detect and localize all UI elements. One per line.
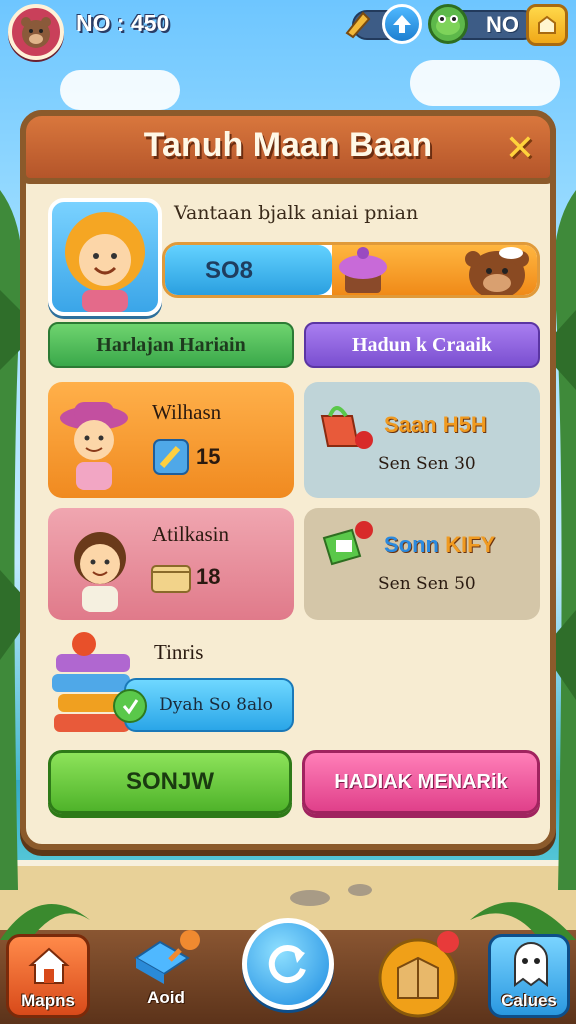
gift-bag-icon (320, 406, 373, 449)
main-panel: Tanuh Maan Baan ✕ Vantaan bjalk aniai pn… (20, 110, 556, 850)
lion-character-icon (65, 212, 145, 312)
tab-label: Hadun k Craaik (351, 333, 493, 356)
frog-icon (428, 4, 468, 44)
shop-title-word-2: KIFY (445, 532, 496, 557)
box-icon (151, 565, 191, 593)
package-icon (322, 521, 373, 566)
tinris-button-label: Dyah So 8alo (159, 695, 273, 715)
close-icon: ✕ (504, 127, 536, 169)
card-title: Wilhasn (152, 400, 222, 424)
hero-avatar[interactable] (48, 198, 162, 316)
upgrade-arrow-icon[interactable] (382, 4, 422, 44)
refresh-icon (268, 945, 306, 984)
secondary-button[interactable]: HADIAK MENARik (302, 750, 540, 814)
player-avatar[interactable] (8, 4, 64, 60)
nav-add[interactable]: Aoid (124, 928, 208, 1018)
progress-value: SO8 (205, 257, 254, 284)
panel-title: Tanuh Maan Baan (143, 126, 433, 164)
progress-bar: SO8 (162, 242, 540, 298)
house-icon (28, 947, 70, 984)
nav-label: Aoid (147, 988, 185, 1007)
card-tinris[interactable]: Tinris Dyah So 8alo (48, 630, 294, 742)
shop-item-price: Sen Sen 50 (378, 574, 476, 594)
girl-hat-character-icon (60, 402, 128, 490)
shop-item-price: Sen Sen 30 (378, 454, 476, 474)
tinris-action-button[interactable]: Dyah So 8alo (113, 678, 294, 732)
tab-label: Harlajan Hariain (96, 333, 246, 356)
shop-title-part: Sonn KIFY (384, 532, 495, 557)
card-atilkasin[interactable]: Atilkasin 18 (48, 508, 294, 620)
ghost-icon (514, 942, 548, 987)
nav-maps[interactable]: Mapns (6, 934, 90, 1018)
shop-item-2[interactable]: Sonn KIFY Sen Sen 50 (304, 508, 540, 620)
shop-item-title: Sonn KIFY (384, 532, 495, 558)
top-bar: NO : 450 NO (0, 0, 576, 60)
card-count: 15 (196, 444, 221, 469)
nav-label: Mapns (21, 991, 75, 1010)
pencil-icon (338, 4, 378, 44)
shop-tag-icon[interactable] (526, 4, 568, 46)
score-text: NO : 450 (76, 10, 170, 36)
secondary-button-label: HADIAK MENARik (334, 770, 508, 793)
bear-icon (21, 17, 51, 48)
boy-character-icon (74, 532, 126, 612)
panel-header: Tanuh Maan Baan ✕ (20, 110, 556, 184)
panel-subtitle: Vantaan bjalk aniai pnian (174, 202, 419, 224)
treasure-box-icon (378, 931, 459, 1018)
close-button[interactable]: ✕ (500, 127, 540, 169)
cupcake-icon (339, 247, 387, 293)
shop-item-title: Saan H5H (384, 412, 487, 437)
nav-calues[interactable]: Calues (488, 934, 570, 1018)
cow-icon (465, 247, 529, 295)
card-title: Tinris (154, 640, 204, 664)
nav-refresh[interactable] (242, 918, 334, 1010)
ticket-icon (153, 439, 189, 475)
nav-label: Calues (501, 991, 557, 1010)
card-count: 18 (196, 564, 221, 589)
cloud (410, 60, 560, 106)
card-wilhasn[interactable]: Wilhasn 15 (48, 382, 294, 498)
cloud (60, 70, 180, 110)
card-title: Atilkasin (152, 522, 229, 546)
coin-icon (113, 689, 147, 723)
tab-harlajan[interactable]: Harlajan Hariain (48, 322, 294, 368)
primary-button[interactable]: SONJW (48, 750, 292, 814)
nav-chest[interactable] (372, 928, 464, 1018)
pencil-brush-icon (134, 930, 200, 984)
shop-title-word-1: Sonn (384, 532, 446, 557)
tab-hadun[interactable]: Hadun k Craaik (304, 322, 540, 368)
resource-value: NO (486, 12, 519, 37)
primary-button-label: SONJW (125, 768, 214, 795)
shop-item-1[interactable]: Saan H5H Sen Sen 30 (304, 382, 540, 498)
